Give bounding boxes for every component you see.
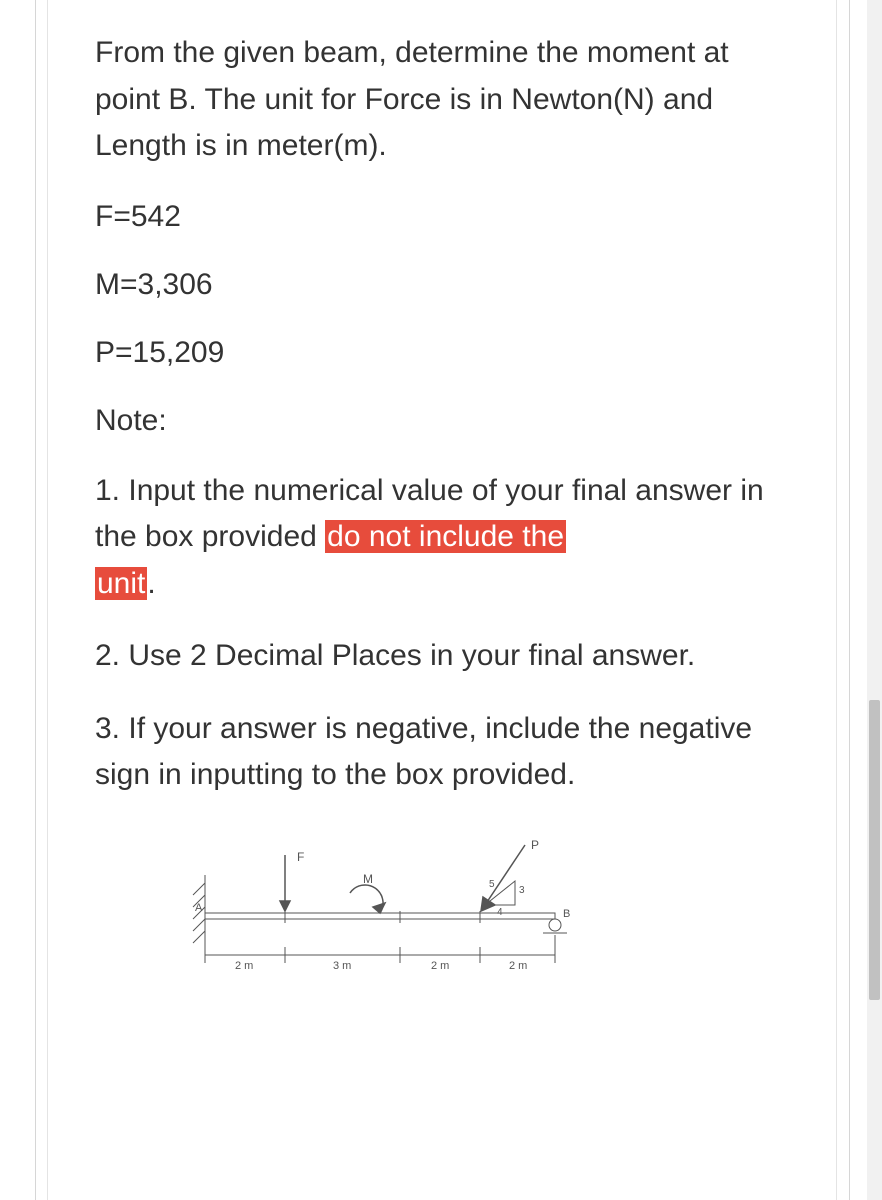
scrollbar-track[interactable] (867, 0, 882, 1200)
diagram-label-B: B (563, 908, 570, 920)
note-1-post: . (147, 567, 155, 600)
beam-diagram: F M P 3 4 5 B (185, 835, 785, 995)
value-P: P=15,209 (95, 332, 785, 374)
note-1-highlight-a: do not include the (325, 520, 566, 553)
note-heading: Note: (95, 400, 785, 442)
note-3: 3. If your answer is negative, include t… (95, 706, 785, 799)
value-F: F=542 (95, 196, 785, 238)
diagram-label-P: P (531, 838, 539, 852)
note-1-highlight-b: unit (95, 567, 147, 600)
diagram-dim-3: 2 m (431, 960, 449, 972)
diagram-label-M: M (363, 872, 373, 886)
note-2: 2. Use 2 Decimal Places in your final an… (95, 633, 785, 680)
value-M: M=3,306 (95, 264, 785, 306)
diagram-label-F: F (297, 850, 304, 864)
diagram-dim-4: 2 m (509, 960, 527, 972)
diagram-label-A: A (195, 902, 203, 914)
diagram-slope-h: 4 (497, 907, 503, 918)
question-content: From the given beam, determine the momen… (95, 30, 785, 995)
note-1: 1. Input the numerical value of your fin… (95, 468, 785, 608)
beam-svg: F M P 3 4 5 B (185, 835, 585, 995)
scrollbar-thumb[interactable] (869, 700, 880, 1000)
diagram-slope-v: 3 (519, 885, 525, 896)
diagram-dim-2: 3 m (333, 960, 351, 972)
diagram-dim-1: 2 m (235, 960, 253, 972)
diagram-slope-hyp: 5 (489, 879, 495, 890)
question-text: From the given beam, determine the momen… (95, 30, 785, 170)
